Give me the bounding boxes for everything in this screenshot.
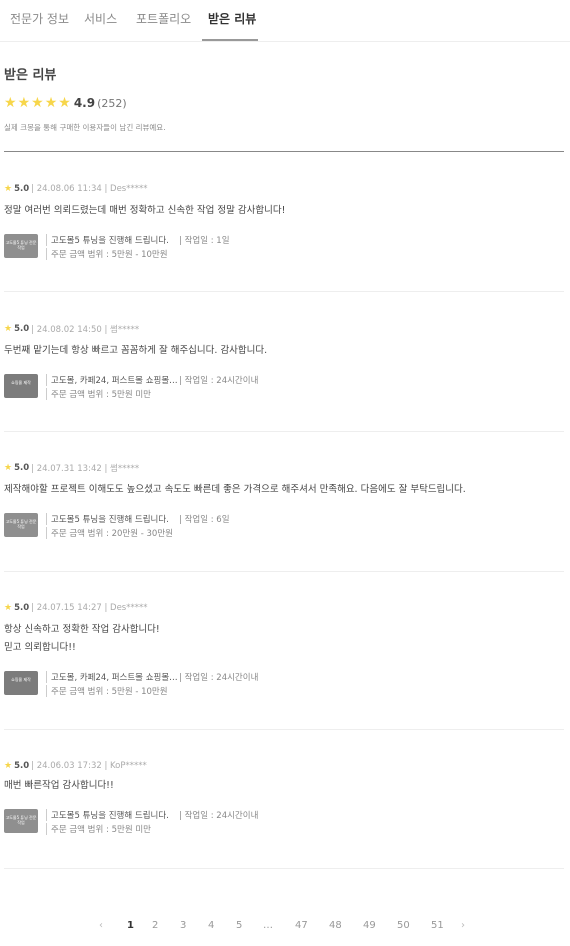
tab-portfolio[interactable]: 포트폴리오 bbox=[136, 10, 191, 27]
star-icon: ★ bbox=[4, 324, 13, 334]
review-text: 두번째 맡기는데 항상 빠르고 꼼꼼하게 잘 해주십니다. 감사합니다. bbox=[4, 345, 268, 356]
header-divider bbox=[4, 151, 564, 152]
average-rating: 4.9 bbox=[73, 96, 96, 110]
review-meta: ★ 5.0 | 24.06.03 17:32 | KoP***** bbox=[4, 760, 147, 772]
service-name[interactable]: 고도몰, 카페24, 퍼스트몰 쇼핑몰… bbox=[46, 671, 178, 683]
review-divider bbox=[4, 431, 564, 432]
page-49[interactable]: 49 bbox=[363, 920, 376, 931]
service-thumbnail[interactable]: 고도몰5 튜닝 전문 작업 bbox=[4, 809, 38, 833]
page-47[interactable]: 47 bbox=[295, 920, 308, 931]
review-date-author: | 24.08.06 11:34 | Des***** bbox=[31, 184, 148, 194]
order-price-range: 주문 금액 범위 : 5만원 - 10만원 bbox=[46, 248, 168, 260]
review-text: 항상 신속하고 정확한 작업 감사합니다! bbox=[4, 624, 160, 635]
review-score: 5.0 bbox=[14, 184, 30, 194]
review-meta: ★ 5.0 | 24.08.06 11:34 | Des***** bbox=[4, 183, 147, 195]
page-5[interactable]: 5 bbox=[236, 920, 242, 931]
page-50[interactable]: 50 bbox=[397, 920, 410, 931]
page-ellipsis: … bbox=[263, 920, 273, 931]
star-icon: ★ bbox=[4, 95, 17, 111]
review-meta: ★ 5.0 | 24.08.02 14:50 | 썸***** bbox=[4, 323, 139, 335]
review-divider bbox=[4, 571, 564, 572]
pagination: ‹ 1 2 3 4 5 … 47 48 49 50 51 › bbox=[0, 920, 570, 936]
profile-tabs: 전문가 정보 서비스 포트폴리오 받은 리뷰 bbox=[0, 0, 570, 42]
page-4[interactable]: 4 bbox=[208, 920, 214, 931]
review-text: 믿고 의뢰합니다!! bbox=[4, 642, 76, 653]
order-price-range: 주문 금액 범위 : 20만원 - 30만원 bbox=[46, 527, 173, 539]
star-icon: ★ bbox=[4, 761, 13, 771]
review-score: 5.0 bbox=[14, 324, 30, 334]
star-icon: ★ bbox=[17, 95, 31, 111]
star-icon: ★ bbox=[31, 95, 44, 111]
review-count: (252) bbox=[97, 96, 127, 110]
page-3[interactable]: 3 bbox=[180, 920, 186, 931]
review-date-author: | 24.06.03 17:32 | KoP***** bbox=[31, 761, 147, 771]
review-product[interactable]: 고도몰5 튜닝 전문 작업 고도몰5 튜닝을 진행해 드립니다. | 작업일 :… bbox=[4, 809, 564, 839]
order-price-range: 주문 금액 범위 : 5만원 미만 bbox=[46, 388, 151, 400]
reviews-section-title: 받은 리뷰 bbox=[4, 68, 57, 83]
page-2[interactable]: 2 bbox=[152, 920, 158, 931]
rating-summary: ★ ★ ★ ★ ★ 4.9 (252) bbox=[4, 95, 127, 111]
service-thumbnail[interactable]: 고도몰5 튜닝 전문 작업 bbox=[4, 234, 38, 258]
review-product[interactable]: 쇼핑몰 제작 고도몰, 카페24, 퍼스트몰 쇼핑몰… | 작업일 : 24시간… bbox=[4, 374, 564, 404]
tab-services[interactable]: 서비스 bbox=[84, 10, 117, 27]
review-score: 5.0 bbox=[14, 761, 30, 771]
star-icon: ★ bbox=[44, 95, 58, 111]
review-divider bbox=[4, 729, 564, 730]
order-price-range: 주문 금액 범위 : 5만원 미만 bbox=[46, 823, 151, 835]
order-price-range: 주문 금액 범위 : 5만원 - 10만원 bbox=[46, 685, 168, 697]
review-date-author: | 24.07.31 13:42 | 썸***** bbox=[31, 464, 140, 474]
review-meta: ★ 5.0 | 24.07.31 13:42 | 썸***** bbox=[4, 462, 139, 474]
reviews-subtitle: 실제 크몽을 통해 구매한 이용자들이 남긴 리뷰예요. bbox=[4, 123, 166, 132]
star-icon: ★ bbox=[4, 463, 13, 473]
review-date-author: | 24.08.02 14:50 | 썸***** bbox=[31, 325, 140, 335]
page-51[interactable]: 51 bbox=[431, 920, 444, 931]
page-48[interactable]: 48 bbox=[329, 920, 342, 931]
review-product[interactable]: 고도몰5 튜닝 전문 작업 고도몰5 튜닝을 진행해 드립니다. | 작업일 :… bbox=[4, 234, 564, 264]
star-icon: ★ bbox=[4, 603, 13, 613]
service-thumbnail[interactable]: 고도몰5 튜닝 전문 작업 bbox=[4, 513, 38, 537]
active-tab-indicator bbox=[202, 39, 258, 41]
work-days: | 작업일 : 24시간이내 bbox=[179, 673, 259, 683]
review-divider bbox=[4, 868, 564, 869]
review-divider bbox=[4, 291, 564, 292]
work-days: | 작업일 : 6일 bbox=[179, 515, 230, 525]
chevron-left-icon[interactable]: ‹ bbox=[99, 920, 103, 931]
service-name[interactable]: 고도몰5 튜닝을 진행해 드립니다. bbox=[46, 809, 169, 821]
service-thumbnail[interactable]: 쇼핑몰 제작 bbox=[4, 671, 38, 695]
service-name[interactable]: 고도몰5 튜닝을 진행해 드립니다. bbox=[46, 234, 169, 246]
review-score: 5.0 bbox=[14, 603, 30, 613]
review-product[interactable]: 쇼핑몰 제작 고도몰, 카페24, 퍼스트몰 쇼핑몰… | 작업일 : 24시간… bbox=[4, 671, 564, 701]
review-text: 제작해야할 프로젝트 이해도도 높으셨고 속도도 빠른데 좋은 가격으로 해주셔… bbox=[4, 484, 466, 495]
review-text: 정말 여러번 의뢰드렸는데 매번 정확하고 신속한 작업 정말 감사합니다! bbox=[4, 205, 286, 216]
review-date-author: | 24.07.15 14:27 | Des***** bbox=[31, 603, 148, 613]
chevron-right-icon[interactable]: › bbox=[461, 920, 465, 931]
star-icon: ★ bbox=[4, 184, 13, 194]
star-icon: ★ bbox=[58, 95, 71, 111]
service-thumbnail[interactable]: 쇼핑몰 제작 bbox=[4, 374, 38, 398]
work-days: | 작업일 : 1일 bbox=[179, 236, 230, 246]
work-days: | 작업일 : 24시간이내 bbox=[179, 811, 259, 821]
review-product[interactable]: 고도몰5 튜닝 전문 작업 고도몰5 튜닝을 진행해 드립니다. | 작업일 :… bbox=[4, 513, 564, 543]
review-text: 매번 빠른작업 감사합니다!! bbox=[4, 780, 114, 791]
service-name[interactable]: 고도몰5 튜닝을 진행해 드립니다. bbox=[46, 513, 169, 525]
tab-reviews[interactable]: 받은 리뷰 bbox=[208, 10, 256, 27]
tab-expert-info[interactable]: 전문가 정보 bbox=[10, 10, 69, 27]
rating-stars: ★ ★ ★ ★ ★ bbox=[4, 96, 71, 110]
review-score: 5.0 bbox=[14, 463, 30, 473]
work-days: | 작업일 : 24시간이내 bbox=[179, 376, 259, 386]
page-1[interactable]: 1 bbox=[127, 920, 134, 931]
service-name[interactable]: 고도몰, 카페24, 퍼스트몰 쇼핑몰… bbox=[46, 374, 178, 386]
review-meta: ★ 5.0 | 24.07.15 14:27 | Des***** bbox=[4, 602, 147, 614]
